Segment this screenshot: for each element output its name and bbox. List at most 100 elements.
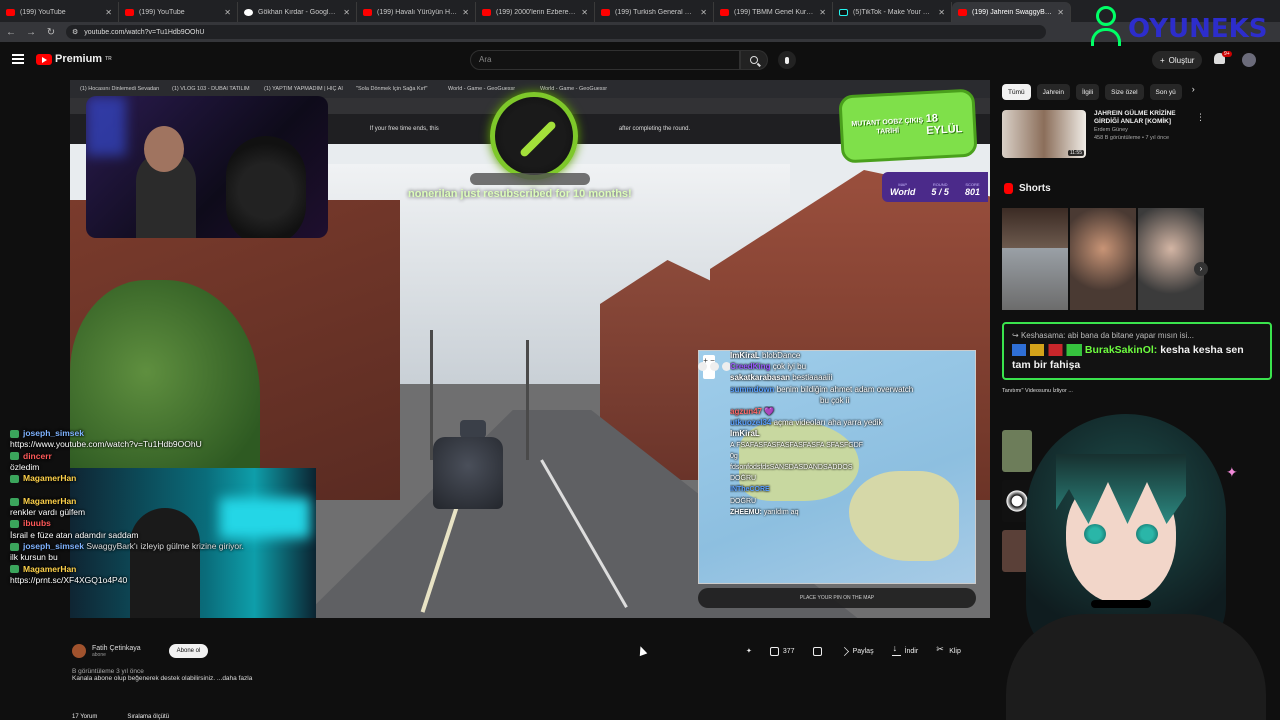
browser-tab[interactable]: (199) Turkish General Election✕ (595, 2, 714, 22)
chat-line: ImKiraL (730, 429, 760, 439)
chat-line: summdown benim bildiğim ahmet adam overw… (730, 384, 914, 394)
chat-line: MagamerHan (10, 473, 330, 484)
chat-line: joseph_simsek (10, 428, 330, 439)
close-icon[interactable]: ✕ (581, 8, 588, 17)
highlighted-chat-message: ↪ Keshasama: abi bana da bitane yapar mı… (1002, 322, 1272, 380)
chat-line: ibuubs (10, 518, 330, 529)
chat-line: MagamerHan (10, 564, 330, 575)
download-icon (891, 643, 901, 656)
chat-badge-icon (10, 542, 19, 551)
reload-icon[interactable]: ↻ (46, 27, 56, 38)
plus-icon: + (1160, 55, 1165, 65)
search-input[interactable]: Ara (470, 50, 740, 70)
chat-line: DOĞRU (730, 475, 757, 483)
close-icon[interactable]: ✕ (224, 8, 231, 17)
chat-line: agzun47 💜 (730, 407, 775, 417)
chip-recent[interactable]: Son yü (1149, 84, 1182, 100)
close-icon[interactable]: ✕ (1057, 8, 1064, 17)
channel-avatar[interactable] (72, 644, 86, 658)
browser-tab-active[interactable]: (199) Jahrein SwaggyBark' ✕ (952, 2, 1071, 22)
sort-button[interactable]: Sıralama ölçütü (127, 714, 169, 720)
chat-badge-icon (10, 452, 19, 461)
more-options-icon[interactable]: ⋮ (1196, 112, 1205, 123)
chat-line: özledim (10, 461, 40, 472)
google-icon (244, 8, 253, 16)
dislike-button[interactable] (807, 642, 828, 660)
chat-line: https://prnt.sc/XF4XGQ1o4P40 (10, 574, 128, 585)
subscribe-button[interactable]: Abone ol (168, 644, 209, 658)
youtube-play-icon (36, 53, 52, 65)
geoguessr-scoreboard: MAP World ROUND 5 / 5 SCORE 801 (882, 172, 988, 202)
clip-button[interactable]: Klip (930, 642, 967, 660)
video-description[interactable]: B görüntüleme 3 yıl önce Kanala abone ol… (72, 668, 632, 704)
close-icon[interactable]: ✕ (700, 8, 707, 17)
chat-line: sakatkarabasan bestiaaaaiii (730, 373, 833, 383)
chevron-right-icon[interactable]: › (1194, 262, 1208, 276)
video-meta: 458 B görüntüleme • 7 yıl önce (1094, 135, 1169, 141)
filter-chips: Tümü Jahrein İlgili Size özel Son yü › (1002, 84, 1195, 100)
youtube-icon (363, 8, 372, 16)
short-thumbnail[interactable] (1002, 248, 1068, 310)
sparkle-icon: ✦ (1226, 464, 1238, 480)
reply-context: ↪ Keshasama: abi bana da bitane yapar mı… (1012, 331, 1194, 340)
short-thumbnail[interactable] (1138, 208, 1204, 310)
ai-summary-button[interactable]: ✦ (740, 642, 758, 660)
chat-badge-icon (10, 520, 19, 529)
browser-tab[interactable]: (199) TBMM Genel Kurulu 2020✕ (714, 2, 833, 22)
chat-line: joseph_simsek SwaggyBark'ı izleyip gülme… (10, 541, 330, 552)
browser-tab[interactable]: (199) 2000'lerin Ezbere Bilinen✕ (476, 2, 595, 22)
site-info-icon[interactable]: ⚙ (72, 28, 78, 36)
close-icon[interactable]: ✕ (938, 8, 945, 17)
chevron-right-icon[interactable]: › (1188, 84, 1195, 100)
browser-tab[interactable]: Gökhan Kırdar - Google Search✕ (238, 2, 357, 22)
browser-tab[interactable]: (5)TikTok - Make Your Day ✕ (833, 2, 952, 22)
forward-icon[interactable]: → (26, 27, 36, 38)
download-button[interactable]: İndir (886, 642, 925, 660)
youtube-icon (125, 8, 134, 16)
chip-for-you[interactable]: Size özel (1105, 84, 1144, 100)
search-button[interactable] (740, 50, 768, 70)
browser-tab[interactable]: (199) YouTube ✕ (119, 2, 238, 22)
like-button[interactable]: 377 (764, 642, 801, 660)
recommended-video[interactable]: 11:55 JAHREIN GÜLME KRİZİNE GİRDİĞİ ANLA… (1002, 110, 1194, 158)
close-icon[interactable]: ✕ (105, 8, 112, 17)
chip-all[interactable]: Tümü (1002, 84, 1031, 100)
chip-related[interactable]: İlgili (1075, 84, 1100, 100)
chat-line: CreedKing çok iyi bu (730, 362, 807, 372)
shorts-header: Shorts (1004, 183, 1051, 194)
thumbs-up-icon (769, 646, 779, 656)
stream-chat-right: ImKiraL blobDance CreedKing çok iyi bu s… (730, 350, 990, 518)
chip-jahrein[interactable]: Jahrein (1036, 84, 1070, 100)
watermark-figure-icon (1088, 2, 1124, 56)
browser-tab[interactable]: (199) YouTube ✕ (0, 2, 119, 22)
close-icon[interactable]: ✕ (462, 8, 469, 17)
close-icon[interactable]: ✕ (343, 8, 350, 17)
sub-alert-bar (470, 173, 590, 185)
short-thumbnail[interactable] (1070, 208, 1136, 310)
share-button[interactable]: Paylaş (834, 642, 880, 660)
url-field[interactable]: ⚙ youtube.com/watch?v=Tu1Hdb9OOhU (66, 25, 1046, 39)
chat-line: MagamerHan (10, 496, 330, 507)
chat-line: fdsonfodsfdsSANSDASDANDSADDOS (730, 464, 853, 472)
mutant-release-sign: MUTANT OOBZ ÇIKIŞ TARİHİ 18 EYLÜL (838, 88, 978, 164)
close-icon[interactable]: ✕ (819, 8, 826, 17)
video-channel: Erdem Güney (1094, 127, 1128, 133)
channel-info: Fatih Çetinkaya abone Abone ol (72, 642, 209, 660)
chat-line: ImKiraL blobDance (730, 351, 801, 360)
mouse-cursor-icon (636, 644, 648, 657)
resub-alert: nonerilan just resubscribed for 10 month… (408, 188, 632, 200)
youtube-icon (958, 8, 967, 16)
browser-tab[interactable]: (199) Havalı Yürüyün Havalı, Ka✕ (357, 2, 476, 22)
chat-line: DOĞRU (730, 497, 757, 505)
menu-icon[interactable] (12, 54, 24, 64)
video-duration: 11:55 (1067, 150, 1084, 156)
chat-badge-icon (10, 429, 19, 438)
tiktok-icon (839, 8, 848, 16)
voice-search-button[interactable] (778, 51, 796, 69)
short-thumbnail[interactable] (1002, 208, 1068, 248)
microphone-icon (785, 56, 789, 64)
youtube-icon (720, 8, 729, 16)
back-icon[interactable]: ← (6, 27, 16, 38)
youtube-logo[interactable]: Premium TR (36, 53, 112, 65)
channel-name[interactable]: Fatih Çetinkaya (92, 645, 141, 652)
